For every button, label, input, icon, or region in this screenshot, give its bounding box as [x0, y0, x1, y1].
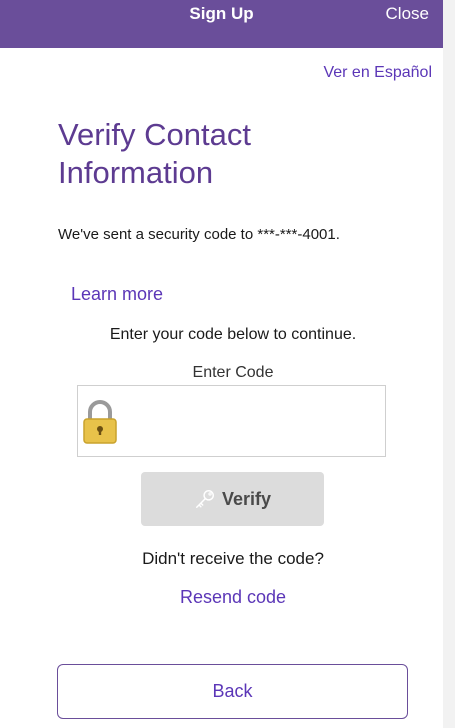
enter-code-label: Enter Code: [192, 364, 274, 381]
resend-code-link[interactable]: Resend code: [0, 587, 455, 608]
spanish-language-link[interactable]: Ver en Español: [323, 64, 432, 82]
lock-icon: [83, 400, 117, 444]
security-code-description: We've sent a security code to ***-***-40…: [58, 226, 340, 243]
learn-more-link[interactable]: Learn more: [71, 284, 163, 305]
close-button[interactable]: Close: [386, 0, 429, 38]
verify-heading: Verify Contact Information: [58, 117, 251, 190]
code-input[interactable]: [130, 386, 384, 458]
code-instruction: Enter your code below to continue.: [109, 326, 357, 343]
key-icon: [195, 490, 214, 508]
verify-button[interactable]: Verify: [141, 472, 324, 526]
verify-button-label: Verify: [221, 488, 272, 509]
resend-prompt: Didn't receive the code?: [142, 549, 324, 568]
top-bar: Sign Up Close: [0, 0, 443, 48]
scroll-gutter: [443, 0, 455, 728]
page-title: Sign Up: [189, 4, 254, 23]
code-field[interactable]: [77, 385, 386, 458]
back-button[interactable]: Back: [57, 664, 408, 719]
sign-up-page: Sign Up Close Ver en Español Verify Cont…: [0, 0, 443, 728]
